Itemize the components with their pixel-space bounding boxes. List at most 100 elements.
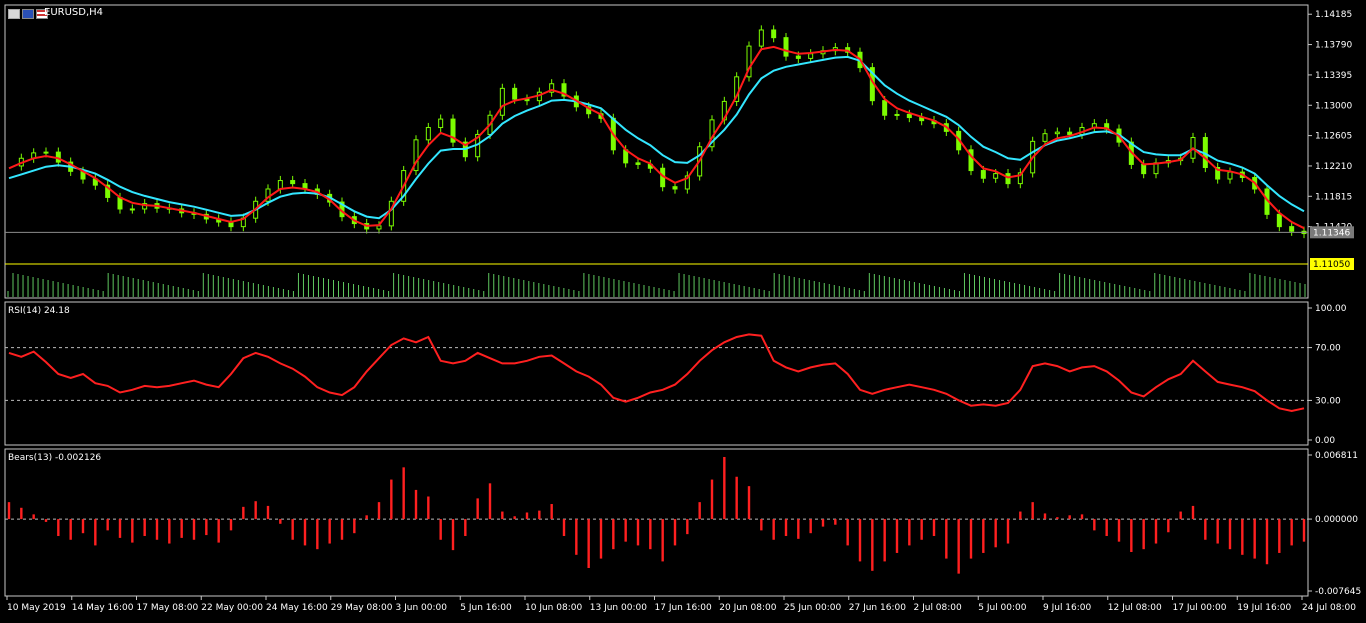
bears-bar — [1130, 519, 1133, 553]
rsi-line — [8, 333, 1305, 413]
bears-bar — [599, 519, 603, 559]
price-pane-frame — [4, 4, 1309, 299]
fast-moving-average-line — [8, 45, 1305, 230]
candle-body — [512, 87, 518, 100]
bears-bar — [32, 514, 35, 520]
candle-body — [499, 87, 505, 116]
time-tick-label: 22 May 00:00 — [201, 603, 263, 613]
candle-body — [129, 208, 135, 211]
time-tick-label: 27 Jun 16:00 — [849, 603, 906, 613]
bears-bar — [821, 519, 825, 527]
time-tick-label: 19 Jul 16:00 — [1237, 603, 1291, 613]
bears-bar — [550, 504, 553, 520]
bears-bar — [686, 519, 689, 535]
bears-bar — [340, 519, 344, 540]
bears-bar — [612, 519, 615, 550]
bears-bar — [427, 496, 430, 520]
bears-bar — [44, 519, 48, 522]
slow-moving-average-line — [8, 55, 1305, 220]
time-tick-label: 5 Jun 16:00 — [460, 603, 512, 613]
bears-bar — [1031, 502, 1034, 520]
time-tick-label: 17 May 08:00 — [137, 603, 199, 613]
bears-bar — [1043, 513, 1047, 520]
symbol-badge[interactable] — [8, 8, 48, 20]
bears-bar — [784, 519, 788, 537]
bears-bar — [809, 519, 812, 534]
bears-tick-label: -0.007645 — [1315, 587, 1361, 597]
bears-bar — [747, 486, 751, 520]
bears-bar — [858, 519, 862, 562]
bears-bar — [772, 519, 775, 540]
candle-body — [290, 180, 296, 185]
bears-bar — [735, 476, 738, 520]
time-tick-label: 10 Jun 08:00 — [525, 603, 582, 613]
candle-body — [672, 186, 678, 190]
bears-bar — [390, 479, 393, 520]
bears-bar — [920, 519, 923, 540]
bears-bar — [69, 519, 72, 540]
candle-body — [1042, 133, 1048, 142]
bears-bar — [377, 502, 381, 520]
bears-bar — [1191, 505, 1195, 520]
candle-body — [993, 173, 999, 179]
bears-bar — [1142, 519, 1145, 550]
bears-bar — [1068, 515, 1071, 520]
price-tick-label: 1.13790 — [1315, 41, 1352, 51]
bears-bar — [513, 516, 516, 520]
candle-body — [1227, 171, 1233, 180]
window-menu-icon[interactable] — [8, 9, 20, 19]
time-tick-label: 29 May 08:00 — [331, 603, 393, 613]
candle-body — [376, 225, 382, 230]
price-tick-label: 1.13000 — [1315, 101, 1352, 111]
candle-body — [43, 151, 49, 154]
bears-bar — [587, 519, 590, 568]
time-tick-label: 25 Jun 00:00 — [784, 603, 841, 613]
time-tick-label: 17 Jul 00:00 — [1173, 603, 1227, 613]
bears-bar — [932, 519, 936, 537]
bears-pane-frame — [4, 448, 1309, 597]
price-tick-label: 1.14185 — [1315, 10, 1352, 20]
bears-bar — [661, 519, 664, 562]
bears-bar — [945, 519, 948, 559]
rsi-tick-label: 70.00 — [1315, 344, 1341, 354]
bears-bar — [1302, 519, 1306, 542]
price-tick-label: 1.12210 — [1315, 162, 1352, 172]
bears-bar — [1204, 519, 1207, 540]
candle-body — [425, 127, 431, 141]
price-tick-label: 1.12605 — [1315, 132, 1352, 142]
bears-bar — [57, 519, 60, 537]
candle-body — [438, 118, 444, 129]
candle-body — [1289, 226, 1295, 232]
candle-body — [882, 100, 888, 116]
bears-bar — [698, 502, 701, 520]
bears-bar — [1117, 519, 1121, 542]
bears-bar — [969, 519, 973, 559]
time-tick-label: 24 May 16:00 — [266, 603, 328, 613]
eu-flag-icon — [22, 9, 34, 19]
bears-bar — [1105, 519, 1108, 537]
bears-bar — [316, 519, 319, 550]
candle-body — [117, 196, 123, 210]
bears-bar — [834, 519, 837, 525]
bears-bar — [291, 519, 294, 540]
bears-bar — [242, 506, 245, 520]
trading-chart[interactable]: 1.14185 1.13790 1.13395 1.13000 1.12605 1.122… — [0, 0, 1366, 619]
bears-bar — [353, 519, 356, 534]
candle-body — [894, 113, 900, 116]
bears-bar — [538, 510, 541, 520]
bears-bar — [760, 519, 763, 531]
bears-title: Bears(13) -0.002126 — [8, 453, 101, 463]
bears-bar — [254, 501, 257, 520]
bears-bar — [723, 456, 726, 520]
bears-bar — [476, 498, 479, 520]
candle-body — [1276, 213, 1282, 228]
time-tick-label: 13 Jun 00:00 — [590, 603, 647, 613]
bears-bar — [908, 519, 911, 546]
bears-bar — [1006, 519, 1010, 544]
time-tick-label: 14 May 16:00 — [72, 603, 134, 613]
bears-bar — [1093, 519, 1096, 531]
chart-canvas[interactable]: 1.14185 1.13790 1.13395 1.13000 1.12605 1.122… — [0, 0, 1366, 619]
candle-body — [635, 162, 641, 165]
bears-bar — [217, 519, 220, 543]
time-tick-label: 10 May 2019 — [7, 603, 66, 613]
